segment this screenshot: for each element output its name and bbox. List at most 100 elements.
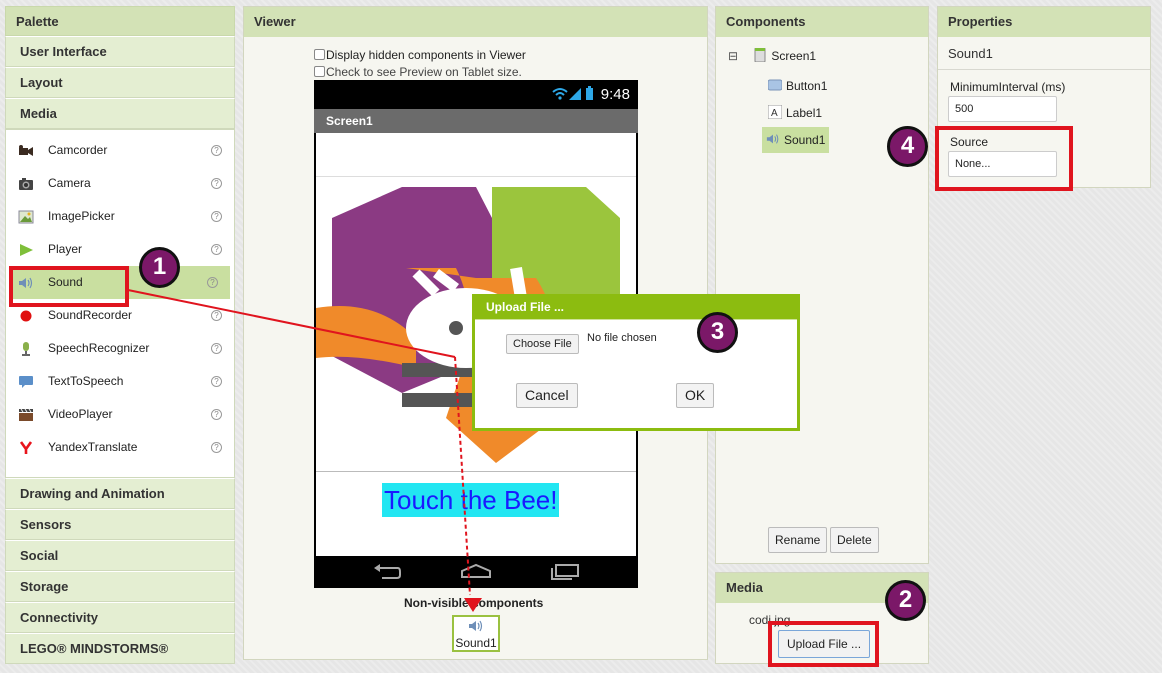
palette-item-label: ImagePicker	[48, 209, 115, 223]
button-icon	[768, 79, 782, 91]
tree-item-label: Screen1	[771, 49, 817, 63]
no-file-chosen-label: No file chosen	[587, 332, 657, 344]
player-icon	[20, 244, 33, 256]
palette-item-texttospeech[interactable]: TextToSpeech ?	[6, 365, 234, 398]
components-panel: Components ⊟ Screen1 Button1 A Label1 Sou…	[715, 6, 929, 564]
palette-item-label: Player	[48, 242, 83, 256]
annotation-box-source	[935, 126, 1073, 191]
phone-clock: 9:48	[600, 86, 630, 103]
yandex-icon	[19, 441, 33, 454]
palette-panel: Palette User Interface Layout Media Camc…	[5, 6, 235, 673]
components-title: Components	[716, 7, 928, 37]
tablet-preview-checkbox[interactable]: Check to see Preview on Tablet size.	[314, 65, 522, 79]
palette-item-player[interactable]: Player ?	[6, 233, 234, 266]
upload-file-dialog: Upload File ... Choose File No file chos…	[472, 294, 800, 431]
speechrecognizer-icon	[22, 342, 30, 356]
choose-file-button[interactable]: Choose File	[506, 334, 579, 354]
rename-button[interactable]: Rename	[768, 527, 828, 553]
imagepicker-icon	[18, 210, 34, 224]
category-social[interactable]: Social	[5, 540, 235, 571]
screen-title-bar: Screen1	[314, 109, 638, 133]
step-badge-1: 1	[139, 247, 180, 288]
soundrecorder-icon	[20, 310, 32, 322]
tree-item-label: Label1	[786, 106, 823, 120]
palette-item-camcorder[interactable]: Camcorder ?	[6, 134, 234, 167]
tablet-preview-label: Check to see Preview on Tablet size.	[326, 65, 522, 79]
properties-title: Properties	[938, 7, 1150, 37]
step-badge-2: 2	[885, 580, 926, 621]
help-icon[interactable]: ?	[211, 178, 222, 189]
help-icon[interactable]: ?	[211, 244, 222, 255]
ok-button[interactable]: OK	[676, 383, 715, 408]
category-user-interface[interactable]: User Interface	[5, 36, 235, 67]
category-storage[interactable]: Storage	[5, 571, 235, 602]
help-icon[interactable]: ?	[211, 376, 222, 387]
palette-item-label: Camera	[48, 176, 91, 190]
step-badge-4: 4	[887, 126, 928, 167]
camcorder-icon	[19, 145, 33, 156]
help-icon[interactable]: ?	[211, 211, 222, 222]
category-connectivity[interactable]: Connectivity	[5, 602, 235, 633]
button1-preview[interactable]	[316, 133, 636, 177]
texttospeech-icon	[19, 376, 33, 388]
viewer-title: Viewer	[244, 7, 707, 37]
videoplayer-icon	[19, 408, 33, 421]
checkbox-box[interactable]	[314, 66, 325, 77]
back-icon[interactable]	[372, 564, 402, 580]
tree-item-sound1[interactable]: Sound1	[762, 127, 830, 153]
help-icon[interactable]: ?	[211, 310, 222, 321]
phone-status-bar: 9:48	[314, 80, 638, 109]
collapse-icon[interactable]: ⊟	[728, 49, 742, 63]
category-lego-mindstorms[interactable]: LEGO® MINDSTORMS®	[5, 633, 235, 664]
label-icon: A	[768, 105, 782, 119]
help-icon[interactable]: ?	[207, 277, 218, 288]
category-sensors[interactable]: Sensors	[5, 509, 235, 540]
tree-item-label: Sound1	[784, 133, 826, 147]
palette-item-label: TextToSpeech	[48, 374, 124, 388]
minimum-interval-input[interactable]: 500	[948, 96, 1057, 122]
palette-item-camera[interactable]: Camera ?	[6, 167, 234, 200]
nonvisible-sound1-label: Sound1	[455, 636, 497, 650]
tree-item-screen1[interactable]: ⊟ Screen1	[728, 48, 816, 63]
palette-item-label: YandexTranslate	[48, 440, 138, 454]
palette-item-yandextranslate[interactable]: YandexTranslate ?	[6, 431, 234, 464]
display-hidden-label: Display hidden components in Viewer	[326, 48, 526, 62]
home-icon[interactable]	[460, 563, 492, 579]
screen-icon	[754, 48, 766, 62]
svg-text:A: A	[771, 108, 778, 119]
help-icon[interactable]: ?	[211, 343, 222, 354]
palette-title: Palette	[5, 6, 235, 36]
tree-item-button1[interactable]: Button1	[768, 78, 827, 93]
palette-item-label: SoundRecorder	[48, 308, 133, 322]
palette-item-videoplayer[interactable]: VideoPlayer ?	[6, 398, 234, 431]
help-icon[interactable]: ?	[211, 409, 222, 420]
recent-apps-icon[interactable]	[550, 564, 580, 580]
tree-item-label: Button1	[786, 79, 828, 93]
help-icon[interactable]: ?	[211, 442, 222, 453]
checkbox-box[interactable]	[314, 49, 325, 60]
tree-item-label1[interactable]: A Label1	[768, 105, 822, 120]
sound-icon	[469, 620, 483, 632]
step-badge-3: 3	[697, 312, 738, 353]
camera-icon	[19, 178, 33, 190]
cancel-button[interactable]: Cancel	[516, 383, 578, 408]
sound-icon	[766, 134, 779, 144]
delete-button[interactable]: Delete	[830, 527, 879, 553]
category-layout[interactable]: Layout	[5, 67, 235, 98]
display-hidden-checkbox[interactable]: Display hidden components in Viewer	[314, 48, 526, 62]
category-media[interactable]: Media	[5, 98, 235, 129]
phone-nav-bar	[314, 556, 638, 588]
nonvisible-sound1[interactable]: Sound1	[452, 615, 500, 652]
palette-item-label: VideoPlayer	[48, 407, 113, 421]
signal-battery-icon	[552, 86, 593, 100]
category-drawing-animation[interactable]: Drawing and Animation	[5, 478, 235, 509]
palette-item-label: Camcorder	[48, 143, 108, 157]
help-icon[interactable]: ?	[211, 145, 222, 156]
dialog-divider	[475, 319, 797, 320]
dialog-title: Upload File ...	[475, 297, 797, 319]
palette-item-imagepicker[interactable]: ImagePicker ?	[6, 200, 234, 233]
palette-item-speechrecognizer[interactable]: SpeechRecognizer ?	[6, 332, 234, 365]
palette-item-label: SpeechRecognizer	[48, 341, 150, 355]
touch-the-bee-label[interactable]: Touch the Bee!	[382, 483, 560, 517]
annotation-box-upload	[768, 621, 879, 667]
